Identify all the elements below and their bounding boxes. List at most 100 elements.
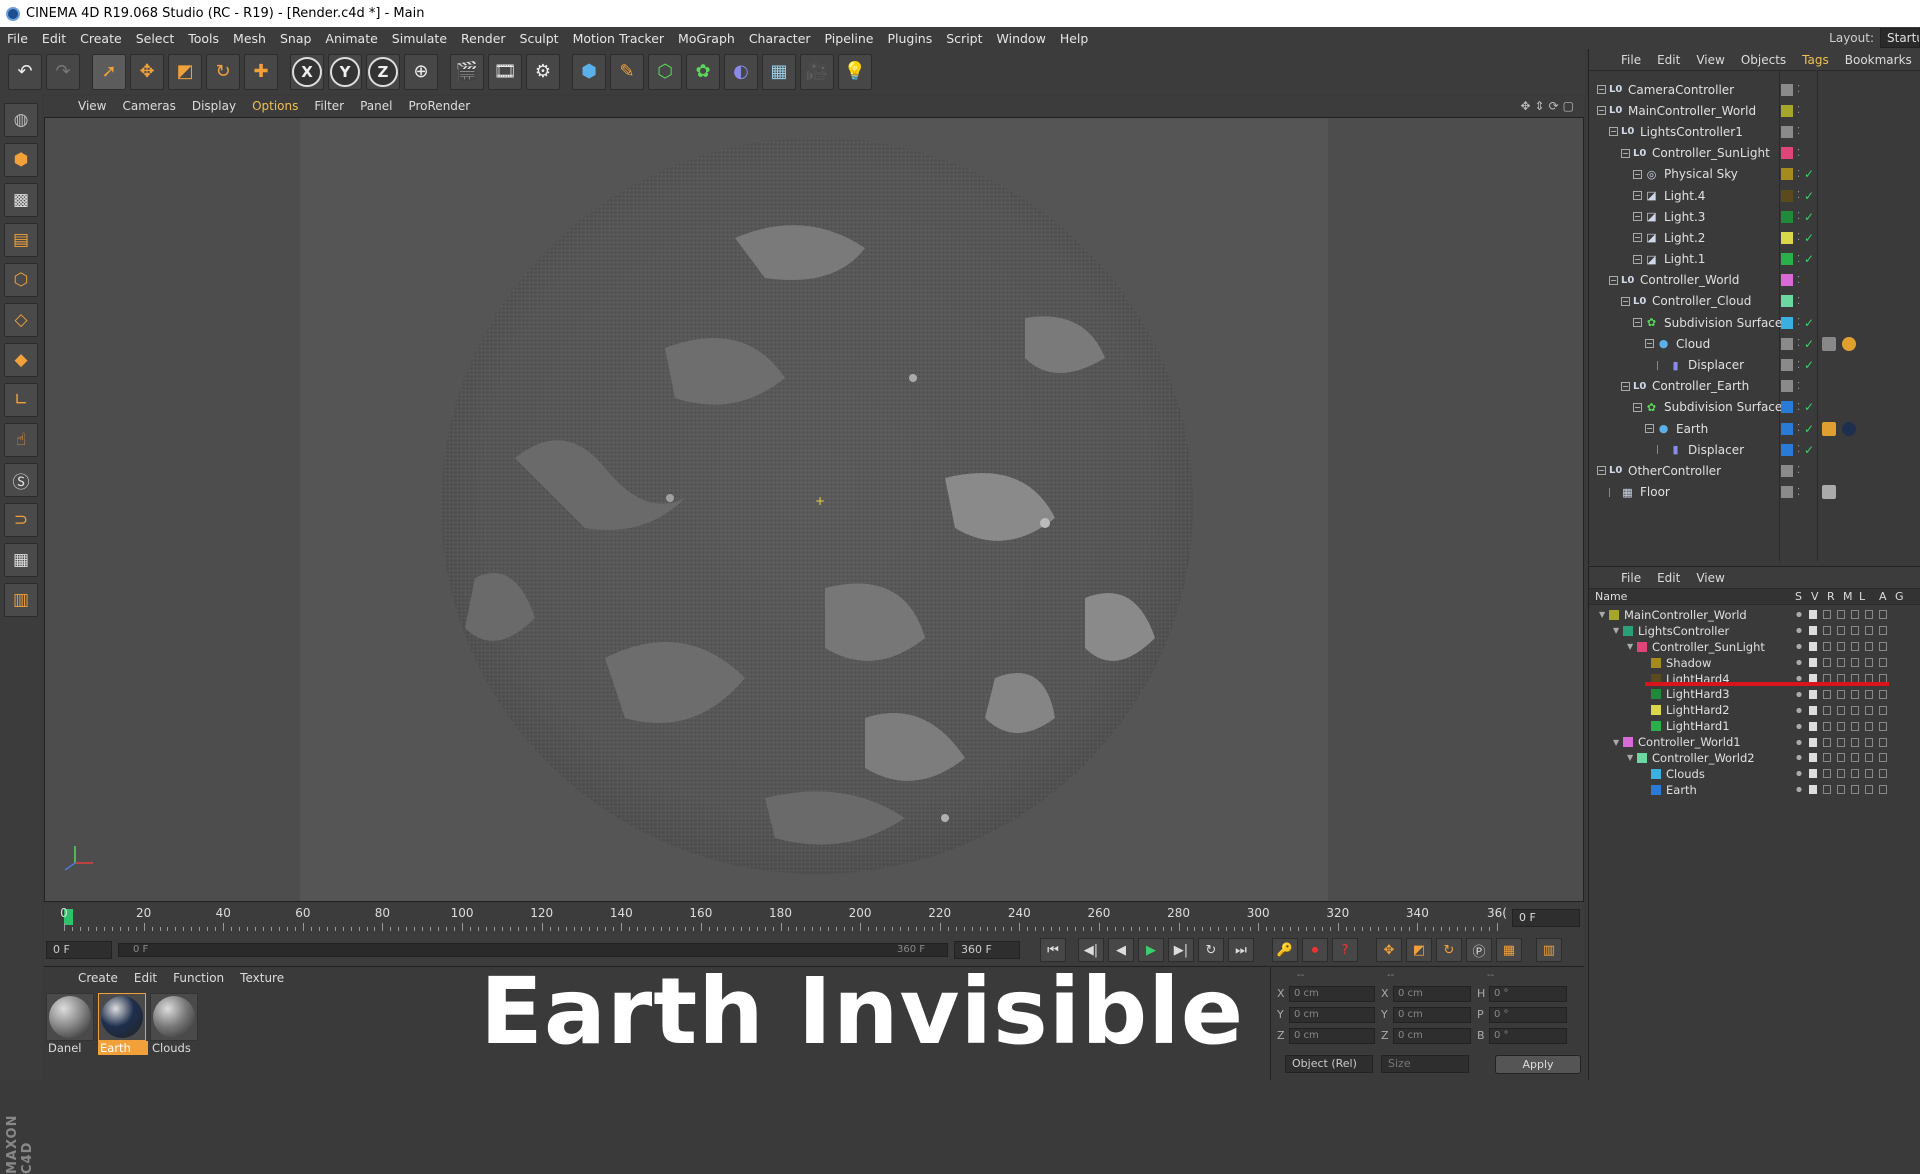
layer-row-lighthard3[interactable]: LightHard3 [1589, 686, 1920, 702]
object-row-light-2[interactable]: − ◪ Light.2 ⁚ ✓ [1589, 227, 1920, 248]
visibility-dots-icon[interactable]: ⁚ [1797, 232, 1800, 243]
menu-tools[interactable]: Tools [181, 31, 226, 46]
menu-plugins[interactable]: Plugins [880, 31, 939, 46]
expand-toggle-icon[interactable]: − [1633, 402, 1642, 412]
object-row-controller-cloud[interactable]: − L0 Controller_Cloud ⁚ [1589, 291, 1920, 312]
layer-row-clouds[interactable]: Clouds [1589, 766, 1920, 782]
solo-icon[interactable] [1795, 658, 1803, 668]
layer-row-lighthard1[interactable]: LightHard1 [1589, 718, 1920, 734]
animation-icon[interactable] [1865, 705, 1873, 715]
manager-icon[interactable] [1837, 626, 1845, 636]
move-tool-button[interactable]: ✥ [130, 53, 164, 90]
workplane-mode-button[interactable]: ▤ [4, 223, 38, 257]
layer-row-controller-world2[interactable]: ▼ Controller_World2 [1589, 750, 1920, 766]
expand-toggle-icon[interactable]: − [1597, 466, 1606, 476]
expand-toggle-icon[interactable]: − [1609, 275, 1618, 285]
animation-icon[interactable] [1865, 753, 1873, 763]
object-row-earth[interactable]: − ● Earth ⁚ ✓ [1589, 418, 1920, 439]
material-earth[interactable]: Earth [98, 993, 148, 1055]
manager-icon[interactable] [1837, 753, 1845, 763]
size-x-field[interactable]: 0 cm [1393, 985, 1471, 1002]
texture-mode-button[interactable]: ▩ [4, 183, 38, 217]
generator-icon[interactable] [1879, 785, 1887, 795]
visible-icon[interactable] [1809, 785, 1817, 795]
visibility-dots-icon[interactable]: ⁚ [1797, 465, 1800, 476]
expand-toggle-icon[interactable]: − [1645, 339, 1654, 349]
generator-icon[interactable] [1879, 721, 1887, 731]
layer-expand-icon[interactable]: ▼ [1613, 738, 1621, 747]
visibility-dots-icon[interactable]: ⁚ [1797, 84, 1800, 95]
make-editable-button[interactable]: ◍ [4, 103, 38, 137]
layer-expand-icon[interactable]: ▼ [1627, 642, 1635, 651]
manager-icon[interactable] [1837, 658, 1845, 668]
visible-icon[interactable] [1809, 642, 1817, 652]
menu-snap[interactable]: Snap [273, 31, 318, 46]
solo-icon[interactable] [1795, 737, 1803, 747]
workplane-lock-button[interactable]: ▦ [4, 543, 38, 577]
lock-icon[interactable] [1851, 610, 1859, 620]
keyframe-selection-button[interactable]: ? [1332, 938, 1358, 962]
menu-simulate[interactable]: Simulate [385, 31, 454, 46]
menu-motion-tracker[interactable]: Motion Tracker [566, 31, 671, 46]
visible-icon[interactable] [1809, 737, 1817, 747]
expand-toggle-icon[interactable]: − [1597, 106, 1606, 116]
polygons-mode-button[interactable]: ◆ [4, 343, 38, 377]
visibility-dots-icon[interactable]: ⁚ [1797, 105, 1800, 116]
object-row-cloud[interactable]: − ● Cloud ⁚ ✓ [1589, 333, 1920, 354]
enabled-check-icon[interactable]: ✓ [1804, 316, 1814, 330]
visibility-dots-icon[interactable]: ⁚ [1797, 296, 1800, 307]
expand-toggle-icon[interactable]: − [1621, 148, 1630, 158]
position-z-field[interactable]: 0 cm [1289, 1027, 1375, 1044]
solo-icon[interactable] [1795, 626, 1803, 636]
expand-toggle-icon[interactable] [1609, 487, 1618, 497]
layer-column-a[interactable]: A [1879, 590, 1887, 603]
visible-icon[interactable] [1809, 721, 1817, 731]
visible-icon[interactable] [1809, 753, 1817, 763]
material-clouds[interactable]: Clouds [150, 993, 200, 1055]
animation-icon[interactable] [1865, 626, 1873, 636]
render-settings-button[interactable]: ⚙ [526, 53, 560, 90]
layer-color-swatch[interactable] [1781, 125, 1793, 138]
cube-primitive-button[interactable]: ⬢ [572, 53, 606, 90]
lock-icon[interactable] [1851, 642, 1859, 652]
material-menu-edit[interactable]: Edit [126, 971, 165, 985]
generator-icon[interactable] [1879, 626, 1887, 636]
render-icon[interactable] [1823, 658, 1831, 668]
layer-color-swatch[interactable] [1781, 486, 1793, 499]
maximize-view-icon[interactable]: ▢ [1563, 99, 1574, 113]
layer-row-lighthard2[interactable]: LightHard2 [1589, 702, 1920, 718]
generator-icon[interactable] [1879, 642, 1887, 652]
layer-expand-icon[interactable]: ▼ [1599, 610, 1607, 619]
menu-help[interactable]: Help [1053, 31, 1096, 46]
object-row-controller-earth[interactable]: − L0 Controller_Earth ⁚ [1589, 376, 1920, 397]
visibility-dots-icon[interactable]: ⁚ [1797, 360, 1800, 371]
size-y-field[interactable]: 0 cm [1393, 1006, 1471, 1023]
preview-range-slider[interactable]: 0 F 360 F [118, 943, 948, 957]
layer-color-swatch[interactable] [1781, 443, 1793, 456]
enabled-check-icon[interactable]: ✓ [1804, 443, 1814, 457]
layer-color-swatch[interactable] [1781, 274, 1793, 287]
lock-icon[interactable] [1851, 737, 1859, 747]
record-parameter-button[interactable]: Ⓟ [1466, 938, 1492, 962]
animation-icon[interactable] [1865, 658, 1873, 668]
layer-expand-icon[interactable]: ▼ [1613, 626, 1621, 635]
object-menu-view[interactable]: View [1688, 53, 1732, 67]
select-tool-button[interactable]: ➚ [92, 53, 126, 90]
manager-icon[interactable] [1837, 689, 1845, 699]
manager-icon[interactable] [1837, 705, 1845, 715]
visibility-dots-icon[interactable]: ⁚ [1797, 211, 1800, 222]
floor-scene-button[interactable]: ▦ [762, 53, 796, 90]
generator-icon[interactable] [1879, 658, 1887, 668]
visibility-dots-icon[interactable]: ⁚ [1797, 444, 1800, 455]
y-axis-button[interactable]: Y [328, 53, 362, 90]
layer-row-earth[interactable]: Earth [1589, 782, 1920, 798]
rotation-b-field[interactable]: 0 ° [1489, 1027, 1567, 1044]
layer-column-r[interactable]: R [1827, 590, 1835, 603]
menu-select[interactable]: Select [129, 31, 182, 46]
viewport-menu-options[interactable]: Options [244, 99, 306, 113]
material-danel[interactable]: Danel [46, 993, 96, 1055]
object-menu-bookmarks[interactable]: Bookmarks [1837, 53, 1920, 67]
generator-icon[interactable] [1879, 705, 1887, 715]
visible-icon[interactable] [1809, 658, 1817, 668]
rotate-tool-button[interactable]: ↻ [206, 53, 240, 90]
